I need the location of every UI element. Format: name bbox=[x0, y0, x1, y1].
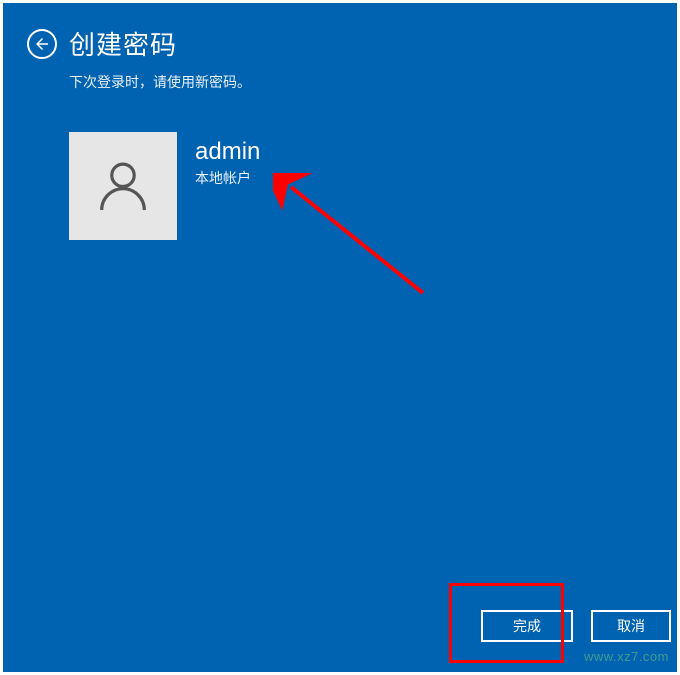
back-button[interactable] bbox=[27, 29, 57, 59]
page-subtitle: 下次登录时，请使用新密码。 bbox=[3, 62, 677, 92]
create-password-dialog: 创建密码 下次登录时，请使用新密码。 admin 本地帐户 完成 取消 www.… bbox=[3, 3, 677, 672]
cancel-button[interactable]: 取消 bbox=[591, 610, 671, 642]
account-name: admin bbox=[195, 138, 260, 166]
account-row: admin 本地帐户 bbox=[3, 92, 677, 240]
page-title: 创建密码 bbox=[69, 25, 177, 62]
avatar bbox=[69, 132, 177, 240]
watermark: www.xz7.com bbox=[584, 649, 669, 664]
account-type: 本地帐户 bbox=[195, 168, 260, 188]
account-info: admin 本地帐户 bbox=[177, 132, 260, 188]
user-icon bbox=[91, 154, 155, 218]
dialog-header: 创建密码 bbox=[3, 3, 677, 62]
arrow-left-icon bbox=[33, 35, 51, 53]
finish-button[interactable]: 完成 bbox=[481, 610, 573, 642]
button-bar: 完成 取消 bbox=[481, 610, 677, 642]
